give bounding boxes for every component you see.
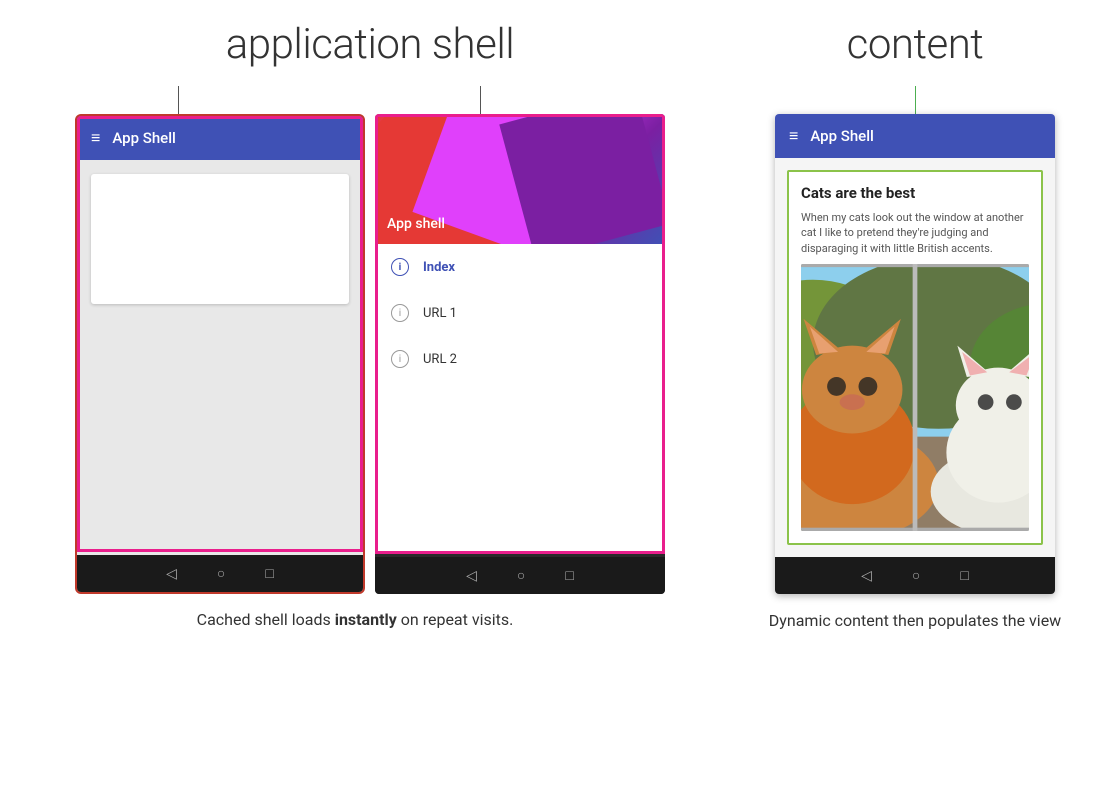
phone1-nav-bar: ◁ ○ □	[77, 555, 363, 592]
drawer-menu-item-index[interactable]: i Index	[375, 244, 665, 290]
phone2-nav-bar: ◁ ○ □	[375, 557, 665, 594]
phone1-home-icon: ○	[217, 565, 225, 582]
main-layout: application shell ≡ App Shell	[30, 20, 1068, 594]
phone-3: ≡ App Shell Cats are the best When my ca…	[775, 114, 1055, 594]
phone1-recent-icon: □	[265, 565, 273, 582]
drawer-menu-label-url2: URL 2	[423, 352, 457, 367]
drawer-header: App shell	[375, 114, 665, 244]
phone1-app-bar-title: App Shell	[112, 129, 176, 147]
phone2-back-icon: ◁	[466, 568, 477, 584]
phone2-home-icon: ○	[517, 567, 525, 584]
bottom-left-caption: Cached shell loads instantly on repeat v…	[30, 610, 710, 632]
drawer-menu-item-url1[interactable]: i URL 1	[375, 290, 665, 336]
cat-svg	[801, 264, 1029, 531]
arrow-to-phone1	[178, 86, 179, 114]
phone2-drawer-panel: App shell i Index i URL 1	[375, 114, 665, 554]
phones-row: ≡ App Shell ◁ ○ □	[75, 114, 665, 594]
info-icon-url1: i	[391, 304, 409, 322]
arrow-to-phone2	[480, 86, 481, 114]
phone3-app-bar: ≡ App Shell	[775, 114, 1055, 158]
bottom-right-caption: Dynamic content then populates the view	[740, 610, 1090, 632]
info-icon-url2: i	[391, 350, 409, 368]
card-title: Cats are the best	[801, 184, 1029, 202]
phone1-screen: ≡ App Shell ◁ ○ □	[77, 116, 363, 592]
phone1-content-area	[77, 160, 363, 555]
phone3-content-area: Cats are the best When my cats look out …	[775, 158, 1055, 557]
left-section: application shell ≡ App Shell	[30, 20, 710, 594]
app-shell-heading: application shell	[226, 20, 514, 69]
phone3-hamburger-icon: ≡	[789, 126, 798, 146]
phone1-content-placeholder	[91, 174, 349, 304]
phone-1: ≡ App Shell ◁ ○ □	[75, 114, 365, 594]
phone1-app-bar: ≡ App Shell	[77, 116, 363, 160]
phone2-recent-icon: □	[565, 567, 573, 584]
connector-container	[30, 79, 710, 114]
cat-image	[801, 264, 1029, 531]
content-heading: content	[847, 20, 984, 69]
drawer-menu-label-index: Index	[423, 260, 455, 275]
content-connector	[775, 79, 1055, 114]
phone3-app-bar-title: App Shell	[810, 127, 874, 145]
phone3-home-icon: ○	[912, 567, 920, 584]
phone2-drawer-overlay: App shell i Index i URL 1	[375, 114, 665, 554]
card-text: When my cats look out the window at anot…	[801, 210, 1029, 256]
caption-normal-end: on repeat visits.	[397, 610, 514, 629]
phone3-nav-bar: ◁ ○ □	[775, 557, 1055, 594]
phone3-screen: ≡ App Shell Cats are the best When my ca…	[775, 114, 1055, 594]
caption-normal-start: Cached shell loads	[197, 610, 335, 629]
content-card: Cats are the best When my cats look out …	[787, 170, 1043, 545]
info-icon-index: i	[391, 258, 409, 276]
phone3-recent-icon: □	[960, 567, 968, 584]
phone2-screen: ≡ App Shell	[375, 114, 665, 594]
caption-bold: instantly	[335, 610, 397, 629]
phone3-back-icon: ◁	[861, 568, 872, 584]
drawer-menu-item-url2[interactable]: i URL 2	[375, 336, 665, 382]
right-section: content ≡ App Shell Cats are the best Wh…	[740, 20, 1090, 594]
drawer-header-title: App shell	[387, 216, 445, 232]
phone1-hamburger-icon: ≡	[91, 128, 100, 148]
arrow-to-phone3	[915, 86, 916, 114]
phone1-back-icon: ◁	[166, 566, 177, 582]
phone-2: ≡ App Shell	[375, 114, 665, 594]
bottom-captions: Cached shell loads instantly on repeat v…	[30, 610, 1068, 632]
drawer-menu-label-url1: URL 1	[423, 306, 457, 321]
